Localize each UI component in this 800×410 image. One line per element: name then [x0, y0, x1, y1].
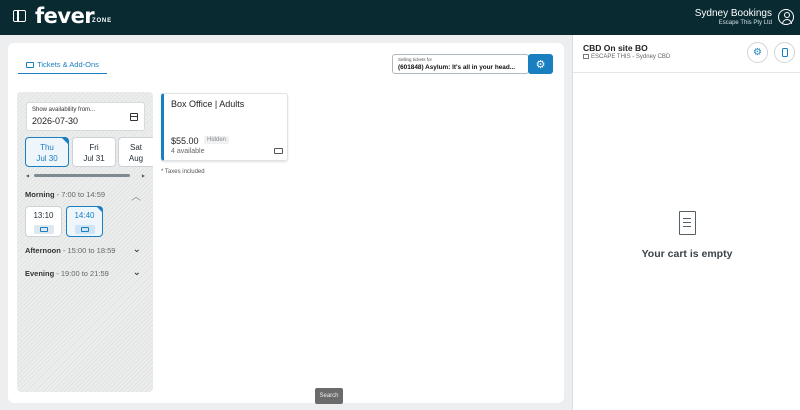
day-tile[interactable]: Fri Jul 31 — [72, 137, 116, 167]
selected-corner-marker — [97, 207, 102, 212]
section-name: Morning — [25, 190, 55, 199]
day-name: Fri — [89, 143, 99, 152]
cart-header: CBD On site BO ESCAPE THIS - Sydney CBD … — [573, 35, 800, 73]
gear-icon: ⚙ — [535, 58, 546, 71]
day-date: Jul 31 — [83, 154, 105, 163]
slot-time: 14:40 — [74, 211, 95, 220]
chevron-down-icon[interactable]: ⌄ — [133, 244, 141, 255]
availability-panel: Show availability from... 2026-07-30 Thu… — [17, 92, 153, 392]
time-slot[interactable]: 14:40 — [66, 206, 103, 237]
section-name: Afternoon — [25, 246, 61, 255]
session-selector[interactable]: Selling tickets for (601848) Asylum: It'… — [392, 54, 529, 74]
main-panel: Tickets & Add-Ons Selling tickets for (6… — [8, 43, 564, 403]
selected-corner-marker — [62, 138, 68, 144]
app-logo[interactable]: fever — [35, 3, 95, 29]
section-evening[interactable]: Evening - 19:00 to 21:59 ⌄ — [25, 267, 141, 278]
hidden-badge: Hidden — [204, 136, 230, 144]
chevron-down-icon[interactable]: ⌄ — [133, 267, 141, 278]
session-settings-button[interactable]: ⚙ — [528, 54, 553, 74]
scroll-right-arrow-icon[interactable]: ▶ — [142, 173, 145, 178]
calendar-icon[interactable] — [130, 113, 138, 121]
product-price: $55.00 — [171, 136, 199, 146]
ticket-icon — [26, 61, 35, 68]
session-selector-value: (601848) Asylum: It's all in your head..… — [398, 64, 516, 71]
day-name: Thu — [40, 143, 54, 152]
section-range: - 7:00 to 14:59 — [54, 190, 106, 199]
day-date: Aug — [128, 154, 144, 163]
venue-icon — [583, 54, 589, 59]
tab-label: Tickets & Add-Ons — [37, 60, 99, 69]
scrollbar-thumb[interactable] — [34, 174, 130, 177]
account-name: Sydney Bookings — [694, 8, 772, 19]
section-range: - 15:00 to 18:59 — [60, 246, 116, 255]
section-range: - 19:00 to 21:59 — [54, 269, 109, 278]
scroll-left-arrow-icon[interactable]: ◀ — [26, 173, 29, 178]
product-availability: 4 available — [171, 148, 205, 155]
ticket-icon — [274, 148, 283, 154]
tab-tickets-add-ons[interactable]: Tickets & Add-Ons — [18, 56, 107, 74]
ticket-icon — [80, 227, 89, 232]
search-button[interactable]: Search — [315, 388, 343, 404]
day-name: Sat — [129, 143, 142, 152]
phone-icon — [781, 48, 788, 57]
chevron-up-icon[interactable]: ︿ — [131, 188, 141, 203]
date-field-value: 2026-07-30 — [32, 116, 79, 126]
cart-subtitle: ESCAPE THIS - Sydney CBD — [583, 54, 670, 60]
cart-settings-button[interactable]: ⚙ — [747, 42, 768, 63]
mobile-device-button[interactable] — [774, 42, 795, 63]
product-name: Box Office | Adults — [171, 99, 245, 109]
date-field-label: Show availability from... — [32, 107, 96, 113]
ticket-icon — [39, 227, 48, 232]
product-card[interactable]: Box Office | Adults $55.00 Hidden 4 avai… — [161, 93, 288, 161]
sidebar-toggle-icon[interactable] — [13, 10, 26, 22]
user-account-icon[interactable] — [778, 9, 794, 25]
slot-ticket-badge — [33, 225, 54, 234]
cart-empty-message: Your cart is empty — [641, 248, 733, 260]
day-scrollbar[interactable]: ◀ ▶ — [26, 173, 145, 178]
gear-icon: ⚙ — [753, 47, 762, 58]
cart-subtitle-text: ESCAPE THIS - Sydney CBD — [591, 54, 671, 60]
receipt-icon — [679, 211, 696, 235]
day-tile[interactable]: Sat Aug — [118, 137, 153, 167]
time-slot[interactable]: 13:10 — [25, 206, 62, 237]
account-company: Escape This Pty Ltd — [718, 20, 772, 26]
slot-time: 13:10 — [33, 211, 54, 220]
day-date: Jul 30 — [36, 154, 58, 163]
top-bar: fever ZONE Sydney Bookings Escape This P… — [0, 0, 800, 35]
section-name: Evening — [25, 269, 55, 278]
section-morning[interactable]: Morning - 7:00 to 14:59 ︿ — [25, 190, 141, 203]
availability-date-field[interactable]: Show availability from... 2026-07-30 — [26, 102, 145, 131]
slot-ticket-badge — [74, 225, 95, 234]
cart-title: CBD On site BO — [583, 43, 648, 53]
cart-panel: CBD On site BO ESCAPE THIS - Sydney CBD … — [572, 35, 800, 410]
taxes-note: * Taxes included — [161, 169, 205, 175]
app-logo-suffix: ZONE — [92, 18, 112, 24]
section-afternoon[interactable]: Afternoon - 15:00 to 18:59 ⌄ — [25, 244, 141, 255]
day-tile[interactable]: Thu Jul 30 — [25, 137, 69, 167]
